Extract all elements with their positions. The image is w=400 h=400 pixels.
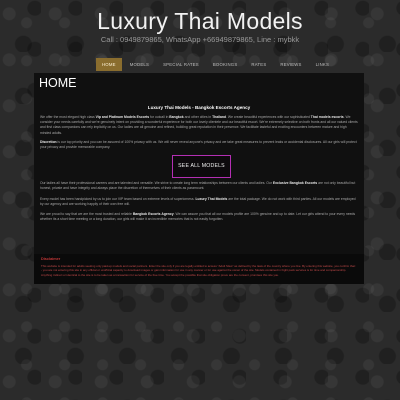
nav-item-reviews[interactable]: REVIEWS (274, 58, 307, 71)
main-nav: HOME MODELS SPECIAL RATES BOOKINGS RATES… (96, 58, 335, 71)
intro-paragraph: We offer the most elegant high class Vip… (40, 115, 358, 135)
content-panel: HOME Luxury Thai Models - Bangkok Escort… (34, 73, 364, 283)
site-title[interactable]: Luxury Thai Models (0, 8, 400, 35)
trusted-paragraph: We are proud to say that we are the most… (40, 212, 356, 222)
disclaimer-text: This website is intended for adults seek… (41, 264, 356, 277)
nav-item-models[interactable]: MODELS (124, 58, 155, 71)
nav-item-links[interactable]: LINKS (310, 58, 335, 71)
page-heading: HOME (39, 76, 77, 90)
discretion-paragraph: Discretion is our top priority and you c… (40, 140, 357, 150)
see-all-models-button[interactable]: SEE ALL MODELS (172, 155, 231, 178)
disclaimer-heading: Disclaimer (41, 257, 61, 261)
handpicked-paragraph: Every model has been handpicked by us to… (40, 197, 356, 207)
nav-item-rates[interactable]: RATES (245, 58, 272, 71)
contact-line: Call : 0949879865, WhatsApp +66949879865… (100, 35, 300, 44)
disclaimer-box: Disclaimer This website is intended for … (34, 254, 364, 284)
nav-item-home[interactable]: HOME (96, 58, 122, 71)
nav-item-special-rates[interactable]: SPECIAL RATES (157, 58, 205, 71)
site-header: Luxury Thai Models Call : 0949879865, Wh… (0, 0, 400, 56)
agency-title: Luxury Thai Models - Bangkok Escorts Age… (147, 105, 251, 110)
nav-item-bookings[interactable]: BOOKINGS (207, 58, 244, 71)
careers-paragraph: Our ladies all have their professional c… (40, 181, 356, 191)
